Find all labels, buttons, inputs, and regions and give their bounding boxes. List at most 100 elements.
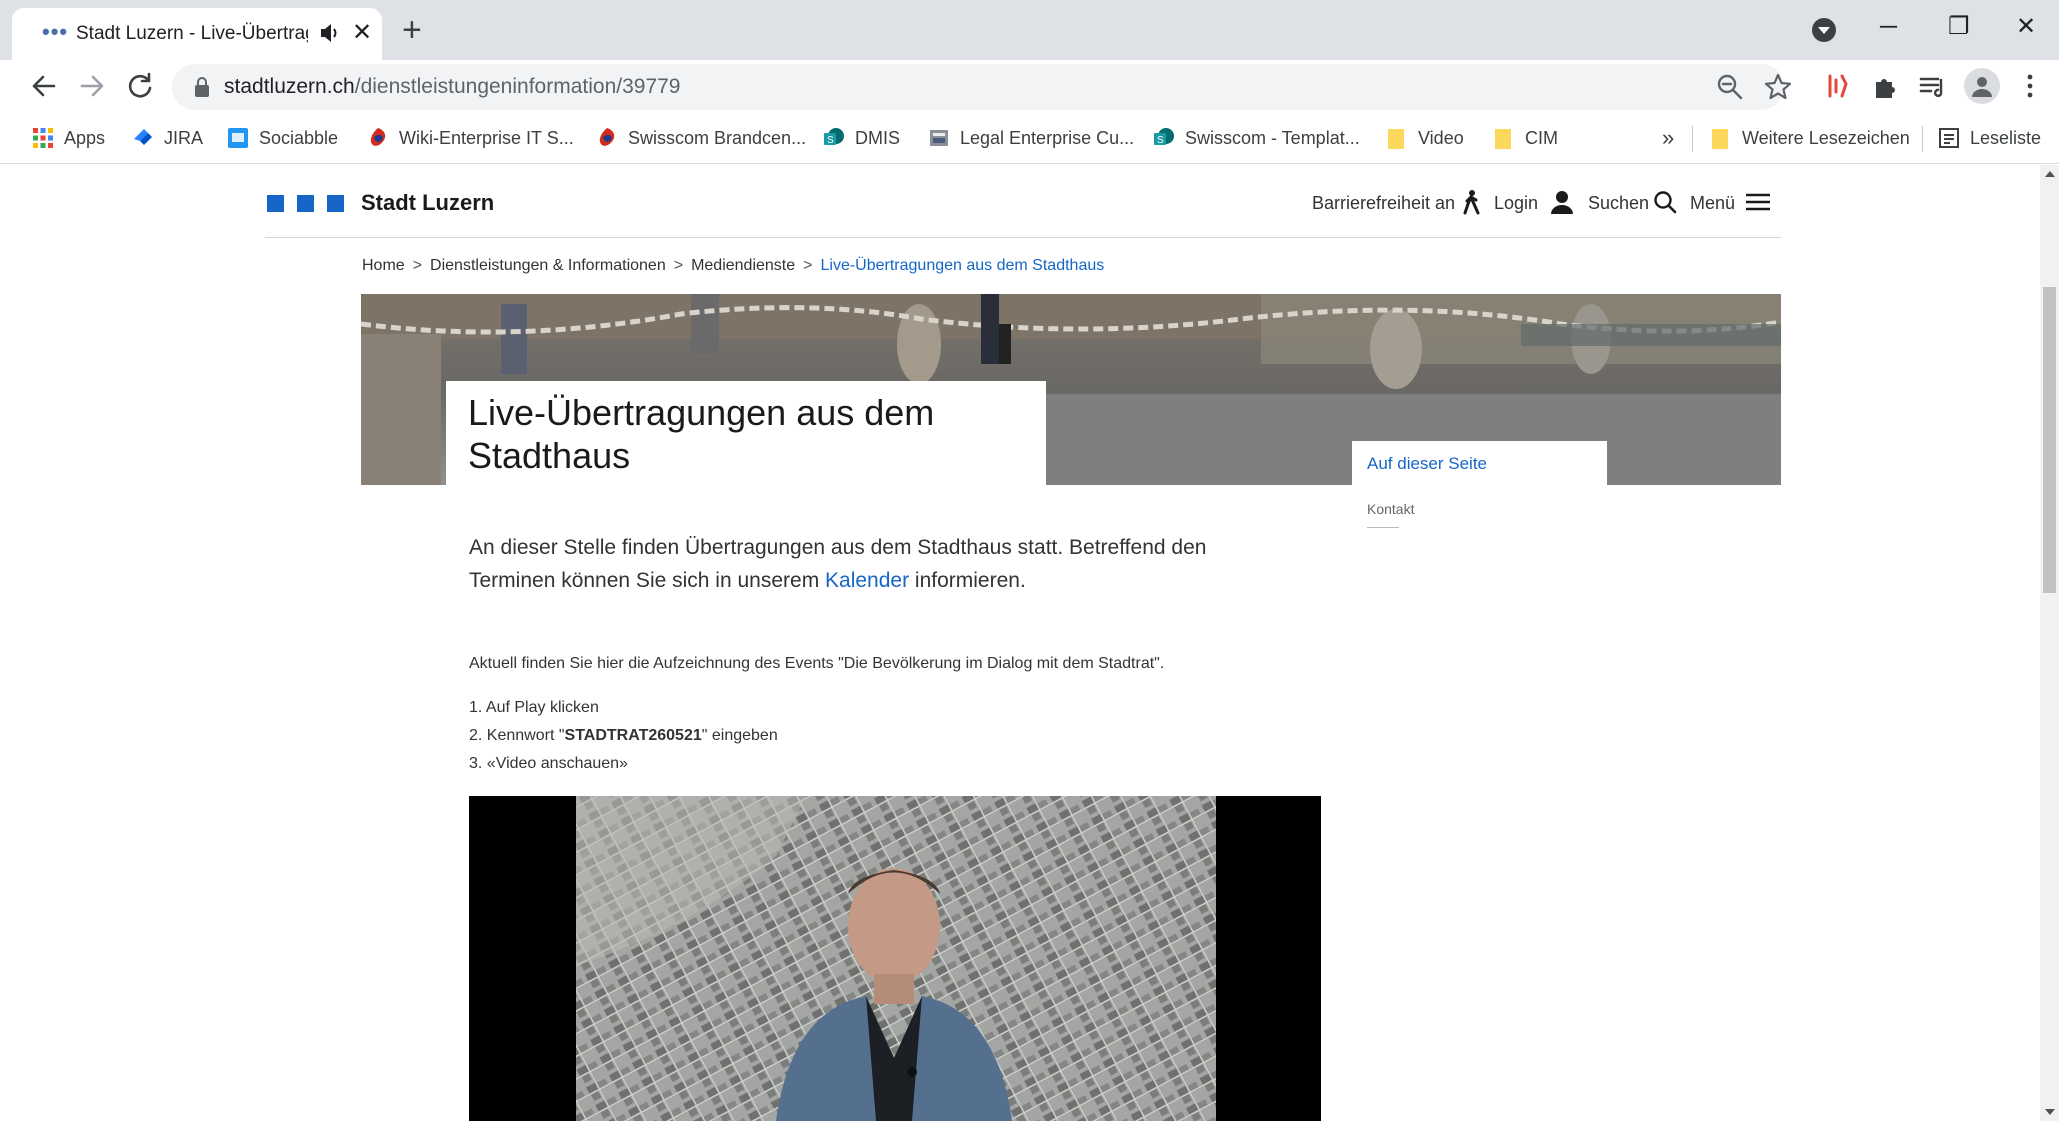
bookmark-legal-enterprise[interactable]: Legal Enterprise Cu...: [928, 122, 1134, 154]
page-title-line: Stadthaus: [468, 435, 631, 476]
bookmark-sociabble[interactable]: Sociabble: [227, 122, 338, 154]
page-scrollbar[interactable]: [2040, 165, 2059, 1121]
on-this-page-box: Auf dieser Seite: [1352, 441, 1607, 485]
logo-square-icon: [297, 195, 314, 212]
reload-icon[interactable]: [122, 68, 158, 104]
bookmarks-bar: Apps JIRA Sociabble Wiki-Enterprise IT S…: [0, 114, 2059, 164]
reading-list-button[interactable]: Leseliste: [1938, 122, 2041, 154]
hamburger-menu-icon[interactable]: [1745, 189, 1771, 215]
profile-avatar-button[interactable]: [1964, 68, 2000, 104]
video-frame[interactable]: [576, 796, 1216, 1121]
new-tab-button[interactable]: +: [402, 13, 422, 47]
site-logo[interactable]: Stadt Luzern: [265, 165, 505, 235]
bookmark-folder-cim[interactable]: CIM: [1493, 122, 1558, 154]
breadcrumb-home[interactable]: Home: [362, 255, 405, 277]
step-text: " eingeben: [701, 727, 778, 744]
info-paragraph: Aktuell finden Sie hier die Aufzeichnung…: [469, 655, 1165, 672]
minimize-icon[interactable]: ─: [1880, 12, 1897, 42]
bookmark-apps[interactable]: Apps: [32, 122, 105, 154]
folder-icon: [1712, 129, 1728, 149]
page-title: Live-Übertragungen aus dem Stadthaus: [468, 391, 934, 477]
bookmark-jira[interactable]: JIRA: [132, 122, 203, 154]
breadcrumb: Home > Dienstleistungen & Informationen …: [362, 255, 1104, 277]
bookmark-label: DMIS: [855, 127, 900, 148]
bookmark-label: Swisscom Brandcen...: [628, 127, 807, 148]
calendar-link[interactable]: Kalender: [825, 569, 909, 592]
web-page: Stadt Luzern Barrierefreiheit an Login S…: [0, 165, 2040, 1121]
search-icon[interactable]: [1652, 189, 1678, 215]
apps-grid-icon: [33, 128, 53, 148]
accessibility-walker-icon[interactable]: [1459, 189, 1485, 215]
browser-tab[interactable]: ••• Stadt Luzern - Live-Übertrag ✕: [12, 8, 382, 60]
bookmark-separator: [1922, 126, 1923, 152]
bookmark-separator: [1692, 126, 1693, 152]
scroll-down-arrow-icon[interactable]: [2045, 1109, 2055, 1115]
lead-text: informieren.: [909, 569, 1026, 592]
folder-icon: [1495, 129, 1511, 149]
sharepoint-icon: S: [824, 128, 844, 146]
sharepoint-icon: S: [1154, 128, 1174, 146]
reading-list-icon: [1939, 128, 1959, 148]
bookmark-label: CIM: [1525, 127, 1558, 148]
legal-icon: [930, 130, 948, 146]
breadcrumb-separator: >: [673, 257, 684, 274]
swisscom-icon: [370, 128, 386, 146]
back-icon[interactable]: [26, 68, 62, 104]
step-3: 3. «Video anschauen»: [469, 755, 628, 772]
close-window-icon[interactable]: ✕: [2016, 12, 2036, 42]
bookmark-star-icon[interactable]: [1762, 71, 1794, 103]
menu-link[interactable]: Menü: [1690, 191, 1735, 215]
bookmark-label: Apps: [64, 127, 106, 148]
other-bookmarks-folder[interactable]: Weitere Lesezeichen: [1710, 122, 1910, 154]
scroll-thumb[interactable]: [2043, 287, 2056, 593]
browser-toolbar: stadtluzern.ch/dienstleistungeninformati…: [0, 60, 2059, 114]
search-link[interactable]: Suchen: [1588, 191, 1649, 215]
bookmark-label: JIRA: [164, 127, 204, 148]
page-title-line: Live-Übertragungen aus dem: [468, 392, 935, 433]
lock-icon[interactable]: [194, 76, 210, 98]
accessibility-toggle[interactable]: Barrierefreiheit an: [1312, 191, 1455, 215]
zoom-icon[interactable]: [1714, 71, 1746, 103]
sociabble-icon: [228, 128, 248, 148]
media-control-icon[interactable]: [1916, 70, 1948, 102]
breadcrumb-current[interactable]: Live-Übertragungen aus dem Stadthaus: [821, 255, 1105, 277]
profile-icon: [1972, 77, 1992, 97]
bookmark-label: Swisscom - Templat...: [1185, 127, 1360, 148]
bookmark-swisscom-brandcenter[interactable]: Swisscom Brandcen...: [596, 122, 806, 154]
breadcrumb-mediendienste[interactable]: Mediendienste: [691, 255, 795, 277]
reading-list-label: Leseliste: [1970, 127, 2042, 148]
bookmark-wiki-enterprise[interactable]: Wiki-Enterprise IT S...: [367, 122, 574, 154]
password-code: STADTRAT260521: [564, 727, 702, 744]
logo-square-icon: [267, 195, 284, 212]
bookmark-swisscom-templates[interactable]: S Swisscom - Templat...: [1153, 122, 1360, 154]
tab-close-icon[interactable]: ✕: [352, 20, 372, 46]
breadcrumb-dienstleistungen[interactable]: Dienstleistungen & Informationen: [430, 255, 666, 277]
step-1: 1. Auf Play klicken: [469, 699, 599, 716]
audio-playing-icon[interactable]: [318, 20, 342, 46]
bookmark-dmis[interactable]: S DMIS: [823, 122, 900, 154]
forward-icon[interactable]: [74, 68, 110, 104]
video-thumbnail: [576, 796, 1216, 1121]
user-icon[interactable]: [1549, 189, 1575, 215]
scroll-up-arrow-icon[interactable]: [2045, 171, 2055, 177]
tab-loading-icon: •••: [42, 19, 69, 44]
login-link[interactable]: Login: [1494, 191, 1538, 215]
breadcrumb-separator: >: [412, 257, 423, 274]
url-text[interactable]: stadtluzern.ch/dienstleistungeninformati…: [224, 74, 680, 100]
video-player[interactable]: [469, 796, 1321, 1121]
tab-search-icon[interactable]: [1812, 18, 1836, 42]
folder-icon: [1388, 129, 1404, 149]
toc-link-kontakt[interactable]: Kontakt: [1367, 499, 1414, 519]
chrome-menu-icon[interactable]: [2014, 70, 2046, 102]
on-this-page-title: Auf dieser Seite: [1367, 454, 1488, 473]
jira-icon: [134, 129, 152, 145]
other-bookmarks-label: Weitere Lesezeichen: [1742, 127, 1910, 148]
address-bar[interactable]: stadtluzern.ch/dienstleistungeninformati…: [172, 64, 1792, 110]
bookmark-folder-video[interactable]: Video: [1386, 122, 1464, 154]
more-bookmarks-label: »: [1662, 125, 1675, 150]
site-name: Stadt Luzern: [361, 190, 495, 215]
more-bookmarks-button[interactable]: »: [1662, 122, 1674, 154]
restore-icon[interactable]: ❐: [1948, 12, 1970, 42]
extension-acrobat-icon[interactable]: [1822, 70, 1854, 102]
extensions-puzzle-icon[interactable]: [1870, 70, 1902, 102]
